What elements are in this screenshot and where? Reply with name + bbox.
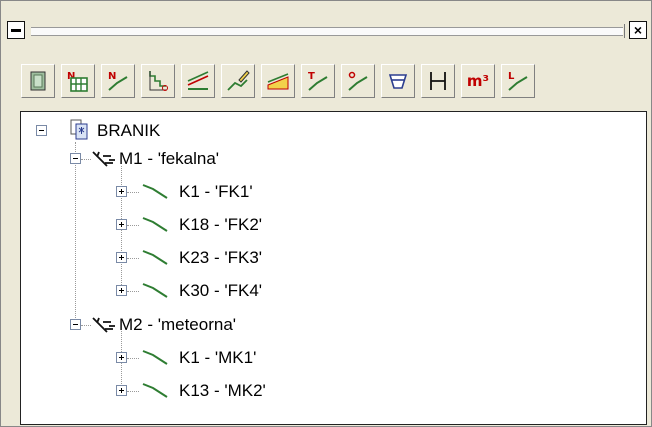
dimension-icon — [430, 72, 446, 90]
expand-toggle[interactable] — [116, 352, 127, 363]
tree-node-label: K1 - 'FK1' — [179, 182, 253, 201]
cubic-meter-icon: m³ — [466, 72, 490, 90]
minimize-button[interactable] — [7, 21, 25, 39]
close-button[interactable]: × — [629, 21, 647, 39]
channel-icon — [142, 350, 168, 365]
tree-node-label: K30 - 'FK4' — [179, 281, 263, 300]
tree-connector — [75, 142, 76, 328]
dimension-button[interactable] — [421, 64, 455, 98]
t-line-button[interactable]: T — [301, 64, 335, 98]
l-line-button[interactable]: L — [501, 64, 535, 98]
manhole-icon — [388, 74, 408, 89]
expand-toggle[interactable] — [116, 186, 127, 197]
expand-toggle[interactable] — [116, 219, 127, 230]
edit-profile-icon — [227, 70, 250, 91]
tree-node-label: M1 - 'fekalna' — [119, 149, 220, 168]
grid-n-icon: N — [67, 71, 88, 92]
tree-connector — [81, 325, 91, 326]
collapse-toggle[interactable] — [70, 319, 81, 330]
tree-node-label: K13 - 'MK2' — [179, 381, 266, 400]
tree-node-label: K1 - 'MK1' — [179, 348, 257, 367]
grid-n-button[interactable]: N — [61, 64, 95, 98]
cubic-meter-button[interactable]: m³ — [461, 64, 495, 98]
expand-toggle[interactable] — [116, 252, 127, 263]
network-icon — [92, 317, 115, 333]
tree-connector — [127, 192, 139, 193]
tree-node-channel[interactable]: K1 - 'MK1' — [179, 346, 256, 370]
tree-node-channel[interactable]: K18 - 'FK2' — [179, 213, 262, 237]
tree-node-label: K23 - 'FK3' — [179, 248, 263, 267]
layer-icon — [30, 71, 46, 91]
svg-text:T: T — [308, 71, 315, 82]
tree-connector — [127, 258, 139, 259]
expand-toggle[interactable] — [116, 285, 127, 296]
n-line-icon: N — [108, 71, 128, 91]
expand-toggle[interactable] — [116, 385, 127, 396]
network-icon — [92, 151, 115, 167]
longitudinal-section-button[interactable] — [181, 64, 215, 98]
tree-connector — [127, 291, 139, 292]
tree-node-root[interactable]: BRANIK — [97, 119, 160, 143]
t-line-icon: T — [308, 71, 328, 91]
tree-node-channel[interactable]: K13 - 'MK2' — [179, 379, 266, 403]
fill-profile-icon — [267, 73, 289, 90]
tree-node-network[interactable]: M2 - 'meteorna' — [119, 313, 236, 337]
point-line-button[interactable] — [341, 64, 375, 98]
fill-profile-button[interactable] — [261, 64, 295, 98]
tree-connector — [127, 358, 139, 359]
tree-connector — [81, 159, 91, 160]
channel-icon — [142, 250, 168, 265]
svg-text:N: N — [108, 71, 116, 82]
channel-icon — [142, 184, 168, 199]
svg-text:L: L — [508, 71, 515, 82]
tree-node-label: K18 - 'FK2' — [179, 215, 263, 234]
tree-window: × N N T m³ L BRANIK M1 - 'fekalna' K1 - … — [0, 0, 652, 427]
tree-node-label: M2 - 'meteorna' — [119, 315, 237, 334]
channel-icon — [142, 217, 168, 232]
profile-steps-button[interactable] — [141, 64, 175, 98]
tree-connector — [127, 225, 139, 226]
tree-node-network[interactable]: M1 - 'fekalna' — [119, 147, 219, 171]
edit-profile-button[interactable] — [221, 64, 255, 98]
profile-steps-icon — [149, 71, 168, 91]
collapse-toggle[interactable] — [36, 125, 47, 136]
tree-node-channel[interactable]: K30 - 'FK4' — [179, 279, 262, 303]
tree-node-label: BRANIK — [97, 121, 161, 140]
longitudinal-section-icon — [187, 71, 209, 90]
l-line-icon: L — [508, 71, 528, 91]
project-icon — [70, 119, 88, 140]
manhole-button[interactable] — [381, 64, 415, 98]
layer-button[interactable] — [21, 64, 55, 98]
tree-node-channel[interactable]: K23 - 'FK3' — [179, 246, 262, 270]
tree-node-channel[interactable]: K1 - 'FK1' — [179, 180, 253, 204]
collapse-toggle[interactable] — [70, 153, 81, 164]
drag-grip[interactable] — [31, 24, 625, 38]
tree-connector — [127, 391, 139, 392]
toolbar: N N T m³ L — [21, 64, 535, 98]
channel-icon — [142, 283, 168, 298]
channel-icon — [142, 383, 168, 398]
title-bar[interactable]: × — [7, 21, 647, 41]
tree-panel: BRANIK M1 - 'fekalna' K1 - 'FK1' K18 - '… — [20, 111, 647, 425]
point-line-icon — [348, 71, 368, 91]
n-line-button[interactable]: N — [101, 64, 135, 98]
